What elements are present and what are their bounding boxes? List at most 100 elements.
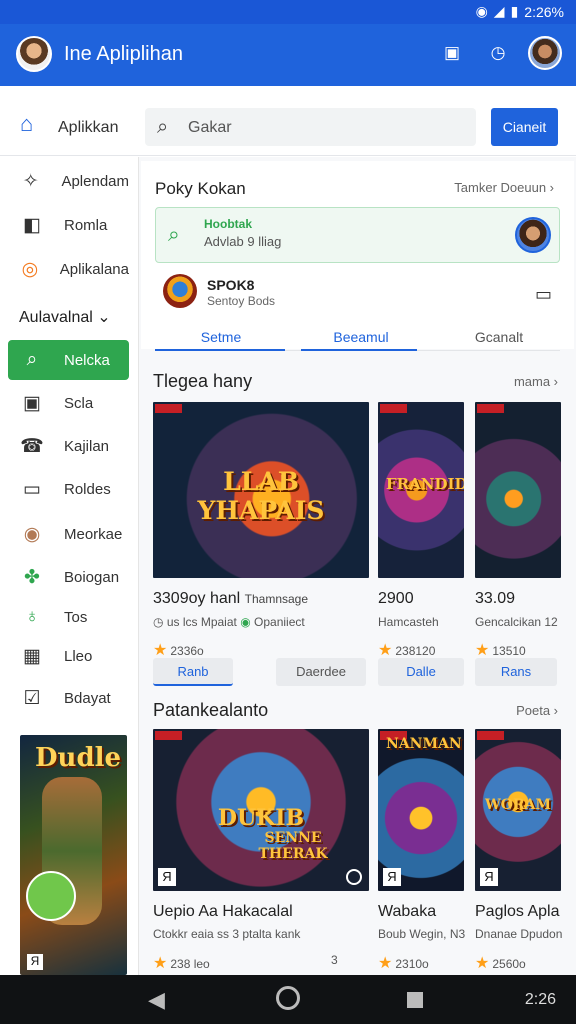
game-title: Wabaka bbox=[378, 903, 437, 920]
top-action-button[interactable]: Cianeit bbox=[491, 108, 558, 146]
top-strip: ⌂ Aplikkan ⌕ Gakar Cianeit bbox=[0, 86, 576, 156]
rating-label: 2336o bbox=[170, 644, 204, 658]
sidebar-item-roldes[interactable]: ▭ Roldes bbox=[8, 469, 129, 509]
sidebar-item-label: Aplendam bbox=[61, 172, 129, 190]
sidebar-promo-card[interactable]: Dudle Я bbox=[20, 735, 127, 975]
game-card[interactable]: WORAM Я Paglos Apla Dnanae Dpudon ★ 2560o bbox=[475, 729, 562, 975]
game-subtitle: Boub Wegin, N3 bbox=[378, 927, 466, 941]
section-link[interactable]: Poeta › bbox=[516, 703, 558, 718]
section-link[interactable]: mama › bbox=[514, 374, 558, 389]
status-bar: ◉ ◢ ▮ 2:26% bbox=[0, 0, 576, 24]
sidebar-item-tos[interactable]: ♁ Tos bbox=[8, 597, 129, 637]
sidebar-item-meorkae[interactable]: ◉ Meorkae bbox=[8, 514, 129, 554]
game-card[interactable]: DUKIB SENNE THERAK Я Uepio Aa Hakacalal … bbox=[153, 729, 369, 975]
rating-label: 238 leo bbox=[170, 957, 210, 971]
section-title: Patankealanto bbox=[153, 700, 269, 720]
game-title: 33.09 bbox=[475, 590, 516, 607]
game-card[interactable]: FRANDIDER 2900 Hamcasteh ★238120 Dalle bbox=[378, 402, 464, 692]
sidebar-item-lleo[interactable]: ▦ Lleo bbox=[8, 636, 129, 676]
sidebar-item-aplikalana[interactable]: ◎ Aplikalana bbox=[8, 249, 129, 289]
search-icon: ⌕ bbox=[168, 223, 180, 246]
sidebar-item-bdayat[interactable]: ☑ Bdayat bbox=[8, 678, 129, 718]
card-link[interactable]: Tamker Doeuun › bbox=[454, 180, 554, 195]
refresh-icon: ◎ bbox=[21, 258, 39, 280]
game-action-button[interactable]: Ranb bbox=[153, 658, 233, 686]
sidebar-item-label: Nelcka bbox=[64, 351, 110, 369]
rating-label: 2310o bbox=[395, 957, 429, 971]
game-card[interactable]: 33.09 Gencalcikan 12 ★ 13510 Rans bbox=[475, 402, 561, 692]
clock-icon[interactable]: ◷ bbox=[486, 41, 510, 65]
search-placeholder: Gakar bbox=[188, 119, 232, 136]
secondary-action-button[interactable]: Daerdee bbox=[276, 658, 366, 686]
tab-gcanalt[interactable]: Gcanalt bbox=[439, 329, 559, 345]
cover-title: NANMAN bbox=[386, 736, 462, 752]
sidebar-item-label: Romla bbox=[64, 216, 108, 234]
app-avatar[interactable] bbox=[16, 36, 52, 72]
game-cover[interactable]: LLAB YHAPAIS bbox=[153, 402, 369, 578]
main-panel: Poky Kokan Tamker Doeuun › ⌕ Hoobtak Adv… bbox=[138, 157, 576, 975]
brand-logo: Я bbox=[158, 868, 176, 886]
back-icon[interactable]: ◀ bbox=[148, 987, 165, 1013]
tab-beeamul[interactable]: Beeamul bbox=[301, 329, 421, 345]
sidebar-item-kajilan[interactable]: ☎ Kajilan bbox=[8, 426, 129, 466]
app-bar: Ine Apliplihan ▣ ◷ bbox=[0, 24, 576, 86]
message-icon[interactable]: ▭ bbox=[535, 284, 552, 305]
rating-label: 238120 bbox=[395, 644, 436, 658]
game-rating: ★ 2560o bbox=[475, 953, 526, 973]
recent-apps-icon[interactable] bbox=[407, 992, 423, 1008]
star-icon: ★ bbox=[153, 955, 168, 972]
sidebar-item-romla[interactable]: ◧ Romla bbox=[8, 205, 129, 245]
game-action-button[interactable]: Dalle bbox=[378, 658, 464, 686]
tab-setme[interactable]: Setme bbox=[161, 329, 281, 345]
game-title: 3309oy hanl Thamnsage bbox=[153, 590, 308, 608]
user-avatar[interactable] bbox=[528, 36, 562, 70]
home-icon[interactable]: ⌂ bbox=[20, 113, 42, 135]
game-cover[interactable]: WORAM Я bbox=[475, 729, 561, 891]
star-icon: ★ bbox=[475, 955, 490, 972]
game-cover[interactable]: NANMAN Я bbox=[378, 729, 464, 891]
sidebar-item-aplendam[interactable]: ✧ Aplendam bbox=[8, 161, 129, 201]
cover-title: LLAB YHAPAIS bbox=[197, 467, 325, 525]
sidebar-item-scla[interactable]: ▣ Scla bbox=[8, 383, 129, 423]
game-action-button[interactable]: Rans bbox=[475, 658, 557, 686]
game-subtitle: Hamcasteh bbox=[378, 615, 439, 629]
search-icon: ⌕ bbox=[157, 116, 169, 138]
cover-title: DUKIB bbox=[217, 805, 305, 831]
profile-avatar[interactable] bbox=[163, 274, 197, 308]
search-input[interactable]: ⌕ Gakar bbox=[145, 108, 476, 146]
promo-logo: Я bbox=[27, 954, 43, 970]
star-icon: ★ bbox=[153, 642, 168, 659]
sidebar-item-label: Meorkae bbox=[64, 525, 123, 543]
game-title: Paglos Apla bbox=[475, 903, 560, 920]
portrait-frame-icon[interactable]: ▣ bbox=[440, 41, 464, 65]
rating-label: 13510 bbox=[492, 644, 526, 658]
game-card[interactable]: NANMAN Я Wabaka Boub Wegin, N3 ★ 2310o bbox=[378, 729, 466, 975]
game-rating: ★ 2336o bbox=[153, 640, 204, 660]
tab-indicator bbox=[301, 349, 417, 351]
cover-title: WORAM bbox=[485, 797, 551, 813]
home-button[interactable] bbox=[276, 986, 300, 1010]
header-card: Poky Kokan Tamker Doeuun › ⌕ Hoobtak Adv… bbox=[141, 161, 574, 351]
game-title: Uepio Aa Hakacalal bbox=[153, 903, 293, 920]
rating-label: 2560o bbox=[492, 957, 526, 971]
sidebar-item-label: Bdayat bbox=[64, 689, 111, 707]
brand-logo: Я bbox=[480, 868, 498, 886]
sidebar-section[interactable]: Aulavalnal ⌄ bbox=[19, 307, 111, 327]
game-cover[interactable]: FRANDIDER bbox=[378, 402, 464, 578]
avatar-icon: ◉ bbox=[23, 523, 41, 545]
sidebar-section-label: Aulavalnal bbox=[19, 309, 93, 326]
game-cover[interactable] bbox=[475, 402, 561, 578]
game-rating: ★ 238120 bbox=[378, 640, 435, 660]
game-card[interactable]: LLAB YHAPAIS 3309oy hanl Thamnsage ◷ us … bbox=[153, 402, 369, 692]
sidebar-item-boiogan[interactable]: ✤ Boiogan bbox=[8, 557, 129, 597]
notice-banner[interactable]: ⌕ Hoobtak Advlab 9 lliag bbox=[155, 207, 560, 263]
chevron-down-icon: ⌄ bbox=[97, 309, 111, 326]
puzzle-icon: ✤ bbox=[24, 566, 40, 588]
profile-subtitle: Sentoy Bods bbox=[207, 294, 276, 308]
new-tag-icon bbox=[477, 731, 504, 740]
promo-badge bbox=[26, 871, 76, 921]
game-cover[interactable]: DUKIB SENNE THERAK Я bbox=[153, 729, 369, 891]
new-tag-icon bbox=[155, 731, 182, 740]
sidebar-item-nelcka[interactable]: ⌕ Nelcka bbox=[8, 340, 129, 380]
section-title: Tlegea hany bbox=[153, 371, 253, 391]
